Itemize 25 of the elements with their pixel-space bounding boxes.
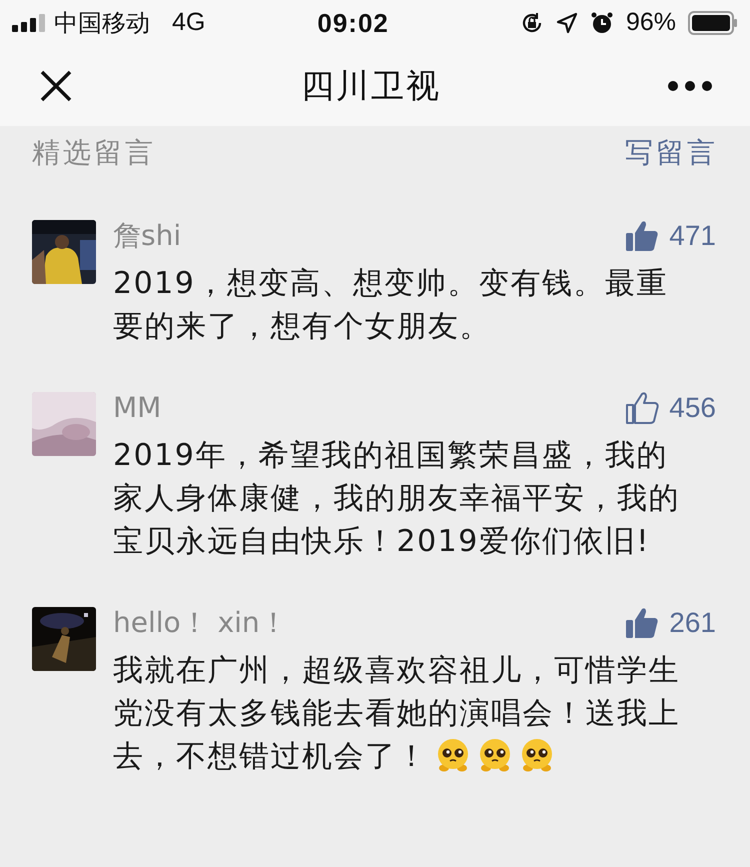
alarm-icon	[590, 11, 614, 35]
commenter-name: MM	[113, 390, 162, 426]
section-title: 精选留言	[32, 135, 156, 171]
pleading-emoji-icon	[436, 738, 470, 772]
write-comment-link[interactable]: 写留言	[625, 132, 718, 172]
clock: 09:02	[317, 6, 389, 40]
like-button[interactable]: 471	[625, 215, 716, 257]
more-button[interactable]	[668, 79, 712, 93]
comment-text: 2019，想变高、想变帅。变有钱。最重要的来了，想有个女朋友。	[113, 265, 669, 346]
pleading-emoji-icon	[478, 738, 512, 772]
commenter-name: 詹shi	[113, 218, 182, 254]
like-button[interactable]: 456	[625, 387, 716, 429]
like-button[interactable]: 261	[625, 602, 716, 644]
carrier-name: 中国移动	[54, 8, 150, 39]
commenter-name: hello！ xin！	[113, 605, 288, 641]
page-title: 四川卫视	[301, 65, 441, 108]
battery-icon	[688, 11, 738, 35]
pleading-emoji-icon	[520, 738, 554, 772]
comment-text: 我就在广州，超级喜欢容祖儿，可惜学生党没有太多钱能去看她的演唱会！送我上去，不想错过机会了！	[113, 652, 681, 776]
location-arrow-icon	[556, 12, 578, 34]
battery-percent: 96%	[626, 7, 676, 38]
signal-icon	[12, 14, 46, 32]
network-type: 4G	[172, 7, 206, 38]
comment-text: 2019年，希望我的祖国繁荣昌盛，我的家人身体康健，我的朋友幸福平安，我的宝贝永远自由快乐！2019爱你们依旧!	[113, 437, 681, 561]
close-button[interactable]	[38, 68, 74, 104]
